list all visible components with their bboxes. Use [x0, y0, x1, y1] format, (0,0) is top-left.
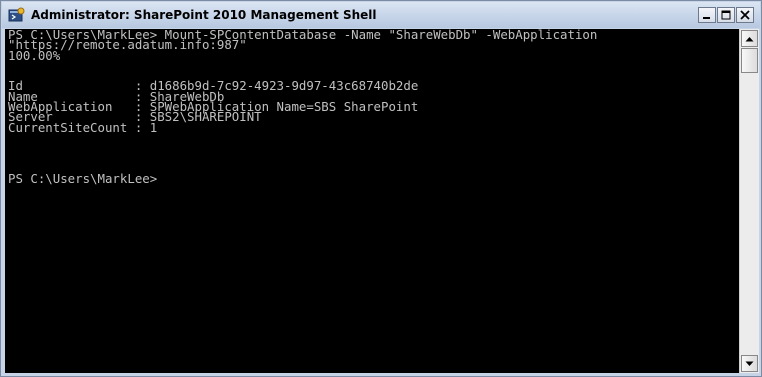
caption-buttons: [698, 7, 754, 23]
maximize-icon: [721, 10, 731, 20]
console-line: PS C:\Users\MarkLee>: [8, 171, 158, 187]
close-icon: [740, 10, 750, 20]
console-line: 100.00%: [8, 47, 61, 63]
window-title: Administrator: SharePoint 2010 Managemen…: [31, 8, 377, 22]
console-client-area: PS C:\Users\MarkLee> Mount-SPContentData…: [5, 29, 759, 373]
console-output[interactable]: PS C:\Users\MarkLee> Mount-SPContentData…: [5, 29, 739, 373]
maximize-button[interactable]: [717, 7, 735, 23]
scroll-up-button[interactable]: [741, 30, 758, 47]
scroll-down-button[interactable]: [741, 355, 758, 372]
minimize-icon: [703, 17, 710, 19]
title-bar[interactable]: Administrator: SharePoint 2010 Managemen…: [2, 2, 760, 28]
console-line: CurrentSiteCount : 1: [8, 119, 158, 135]
close-button[interactable]: [736, 7, 754, 23]
arrow-up-icon: [745, 36, 754, 41]
arrow-down-icon: [745, 361, 754, 366]
minimize-button[interactable]: [698, 7, 716, 23]
shell-window: Administrator: SharePoint 2010 Managemen…: [0, 0, 762, 377]
powershell-shell-icon: [8, 7, 25, 22]
vertical-scrollbar[interactable]: [739, 29, 759, 373]
scroll-thumb[interactable]: [741, 48, 758, 73]
